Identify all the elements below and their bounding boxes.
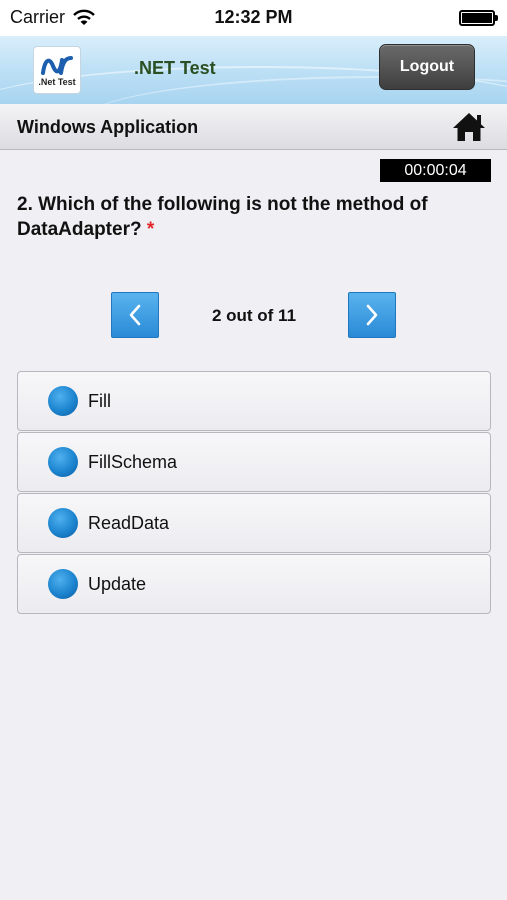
required-marker: * [146, 219, 155, 240]
option-label: Fill [88, 390, 111, 411]
chevron-right-icon [366, 304, 378, 326]
radio-button[interactable] [48, 508, 78, 538]
radio-button[interactable] [48, 569, 78, 599]
app-title: .NET Test [134, 58, 216, 78]
pager-counter: 2 out of 11 [211, 306, 297, 325]
next-button[interactable] [348, 292, 396, 338]
answer-option-readdata[interactable]: ReadData [17, 493, 491, 553]
home-icon[interactable] [451, 111, 487, 143]
question-text: 2. Which of the following is not the met… [17, 192, 487, 242]
dotnet-logo-icon [41, 55, 73, 75]
radio-button[interactable] [48, 386, 78, 416]
battery-icon [459, 10, 498, 26]
status-bar: Carrier 12:32 PM [0, 0, 507, 36]
answer-option-fillschema[interactable]: FillSchema [17, 432, 491, 492]
logo-text: .Net Test [38, 76, 76, 87]
timer: 00:00:04 [380, 159, 491, 182]
question-label: 2. Which of the following is not the met… [17, 194, 428, 240]
answer-option-update[interactable]: Update [17, 554, 491, 614]
status-time: 12:32 PM [214, 7, 293, 27]
answer-options: Fill FillSchema ReadData Update [17, 371, 491, 615]
chevron-left-icon [129, 304, 141, 326]
section-bar: Windows Application [0, 104, 507, 150]
app-header: .Net Test .NET Test Logout [0, 36, 507, 104]
option-label: FillSchema [88, 451, 178, 472]
logout-button[interactable]: Logout [379, 44, 475, 90]
option-label: Update [88, 573, 147, 594]
answer-option-fill[interactable]: Fill [17, 371, 491, 431]
option-label: ReadData [88, 512, 170, 533]
radio-button[interactable] [48, 447, 78, 477]
section-title: Windows Application [17, 117, 199, 137]
previous-button[interactable] [111, 292, 159, 338]
app-logo: .Net Test [33, 46, 81, 94]
